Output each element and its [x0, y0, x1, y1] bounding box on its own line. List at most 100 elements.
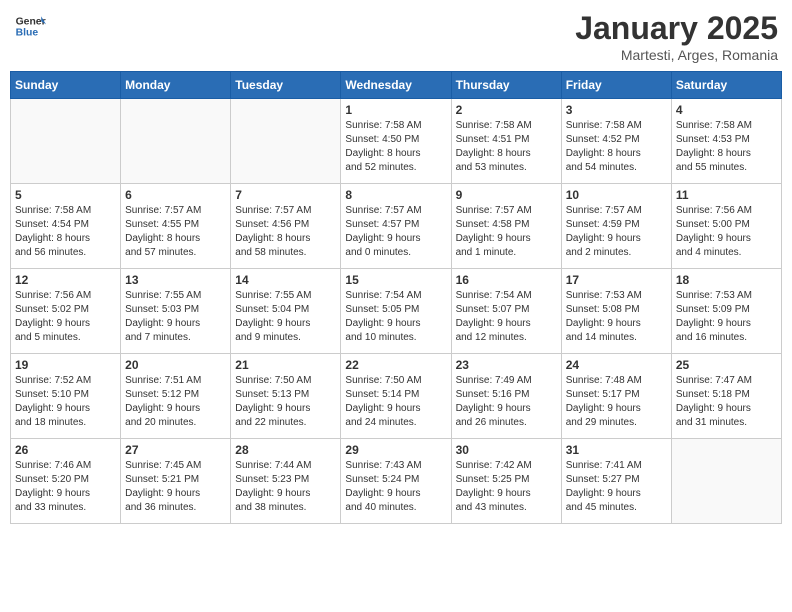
day-info: Sunrise: 7:58 AM Sunset: 4:50 PM Dayligh…: [345, 119, 446, 175]
day-info: Sunrise: 7:43 AM Sunset: 5:24 PM Dayligh…: [345, 459, 446, 515]
calendar-day-cell: 15 Sunrise: 7:54 AM Sunset: 5:05 PM Dayli…: [341, 269, 451, 354]
weekday-header-saturday: Saturday: [671, 72, 781, 99]
calendar-day-cell: 30 Sunrise: 7:42 AM Sunset: 5:25 PM Dayli…: [451, 439, 561, 524]
calendar-title: January 2025: [575, 10, 778, 47]
calendar-day-cell: 14 Sunrise: 7:55 AM Sunset: 5:04 PM Dayli…: [231, 269, 341, 354]
calendar-day-cell: 5Sunrise: 7:58 AM Sunset: 4:54 PM Daylig…: [11, 184, 121, 269]
day-info: Sunrise: 7:44 AM Sunset: 5:23 PM Dayligh…: [235, 459, 336, 515]
day-info: Sunrise: 7:57 AM Sunset: 4:58 PM Dayligh…: [456, 204, 557, 260]
calendar-day-cell: 3Sunrise: 7:58 AM Sunset: 4:52 PM Daylig…: [561, 99, 671, 184]
calendar-table: SundayMondayTuesdayWednesdayThursdayFrid…: [10, 71, 782, 524]
calendar-day-cell: 12 Sunrise: 7:56 AM Sunset: 5:02 PM Dayli…: [11, 269, 121, 354]
logo: General Blue: [14, 10, 46, 42]
day-info: Sunrise: 7:56 AM Sunset: 5:00 PM Dayligh…: [676, 204, 777, 260]
calendar-day-cell: 13Sunrise: 7:55 AM Sunset: 5:03 PM Dayli…: [121, 269, 231, 354]
calendar-day-cell: [11, 99, 121, 184]
calendar-day-cell: 1 Sunrise: 7:58 AM Sunset: 4:50 PM Daylig…: [341, 99, 451, 184]
weekday-header-row: SundayMondayTuesdayWednesdayThursdayFrid…: [11, 72, 782, 99]
day-info: Sunrise: 7:55 AM Sunset: 5:04 PM Dayligh…: [235, 289, 336, 345]
calendar-day-cell: 27 Sunrise: 7:45 AM Sunset: 5:21 PM Dayli…: [121, 439, 231, 524]
day-number: 31: [566, 443, 667, 457]
day-info: Sunrise: 7:41 AM Sunset: 5:27 PM Dayligh…: [566, 459, 667, 515]
day-number: 9: [456, 188, 557, 202]
calendar-day-cell: 31 Sunrise: 7:41 AM Sunset: 5:27 PM Dayli…: [561, 439, 671, 524]
calendar-day-cell: 19Sunrise: 7:52 AM Sunset: 5:10 PM Dayli…: [11, 354, 121, 439]
day-number: 6: [125, 188, 226, 202]
day-info: Sunrise: 7:47 AM Sunset: 5:18 PM Dayligh…: [676, 374, 777, 430]
day-number: 11: [676, 188, 777, 202]
svg-text:Blue: Blue: [16, 28, 39, 39]
day-number: 26: [15, 443, 116, 457]
calendar-day-cell: 17 Sunrise: 7:53 AM Sunset: 5:08 PM Dayli…: [561, 269, 671, 354]
calendar-day-cell: 16Sunrise: 7:54 AM Sunset: 5:07 PM Dayli…: [451, 269, 561, 354]
day-number: 29: [345, 443, 446, 457]
day-info: Sunrise: 7:48 AM Sunset: 5:17 PM Dayligh…: [566, 374, 667, 430]
weekday-header-sunday: Sunday: [11, 72, 121, 99]
day-info: Sunrise: 7:45 AM Sunset: 5:21 PM Dayligh…: [125, 459, 226, 515]
day-number: 5: [15, 188, 116, 202]
day-number: 30: [456, 443, 557, 457]
day-info: Sunrise: 7:57 AM Sunset: 4:56 PM Dayligh…: [235, 204, 336, 260]
day-info: Sunrise: 7:53 AM Sunset: 5:09 PM Dayligh…: [676, 289, 777, 345]
calendar-week-row: 5Sunrise: 7:58 AM Sunset: 4:54 PM Daylig…: [11, 184, 782, 269]
calendar-day-cell: 8 Sunrise: 7:57 AM Sunset: 4:57 PM Daylig…: [341, 184, 451, 269]
calendar-day-cell: 18 Sunrise: 7:53 AM Sunset: 5:09 PM Dayli…: [671, 269, 781, 354]
calendar-day-cell: 26 Sunrise: 7:46 AM Sunset: 5:20 PM Dayli…: [11, 439, 121, 524]
day-number: 28: [235, 443, 336, 457]
calendar-day-cell: 7 Sunrise: 7:57 AM Sunset: 4:56 PM Daylig…: [231, 184, 341, 269]
day-info: Sunrise: 7:51 AM Sunset: 5:12 PM Dayligh…: [125, 374, 226, 430]
calendar-day-cell: [121, 99, 231, 184]
calendar-day-cell: 9 Sunrise: 7:57 AM Sunset: 4:58 PM Daylig…: [451, 184, 561, 269]
day-info: Sunrise: 7:58 AM Sunset: 4:51 PM Dayligh…: [456, 119, 557, 175]
day-number: 10: [566, 188, 667, 202]
calendar-day-cell: 23Sunrise: 7:49 AM Sunset: 5:16 PM Dayli…: [451, 354, 561, 439]
day-info: Sunrise: 7:58 AM Sunset: 4:52 PM Dayligh…: [566, 119, 667, 175]
calendar-week-row: 12 Sunrise: 7:56 AM Sunset: 5:02 PM Dayli…: [11, 269, 782, 354]
day-number: 13: [125, 273, 226, 287]
day-info: Sunrise: 7:54 AM Sunset: 5:05 PM Dayligh…: [345, 289, 446, 345]
day-info: Sunrise: 7:46 AM Sunset: 5:20 PM Dayligh…: [15, 459, 116, 515]
calendar-day-cell: 21 Sunrise: 7:50 AM Sunset: 5:13 PM Dayli…: [231, 354, 341, 439]
day-number: 8: [345, 188, 446, 202]
title-area: January 2025 Martesti, Arges, Romania: [575, 10, 778, 63]
day-number: 27: [125, 443, 226, 457]
weekday-header-thursday: Thursday: [451, 72, 561, 99]
day-info: Sunrise: 7:42 AM Sunset: 5:25 PM Dayligh…: [456, 459, 557, 515]
day-info: Sunrise: 7:53 AM Sunset: 5:08 PM Dayligh…: [566, 289, 667, 345]
calendar-day-cell: 10 Sunrise: 7:57 AM Sunset: 4:59 PM Dayli…: [561, 184, 671, 269]
calendar-day-cell: 28 Sunrise: 7:44 AM Sunset: 5:23 PM Dayli…: [231, 439, 341, 524]
day-info: Sunrise: 7:50 AM Sunset: 5:14 PM Dayligh…: [345, 374, 446, 430]
day-number: 21: [235, 358, 336, 372]
calendar-day-cell: 25 Sunrise: 7:47 AM Sunset: 5:18 PM Dayli…: [671, 354, 781, 439]
day-number: 2: [456, 103, 557, 117]
day-number: 7: [235, 188, 336, 202]
day-number: 22: [345, 358, 446, 372]
day-number: 14: [235, 273, 336, 287]
calendar-day-cell: 6Sunrise: 7:57 AM Sunset: 4:55 PM Daylig…: [121, 184, 231, 269]
weekday-header-monday: Monday: [121, 72, 231, 99]
day-info: Sunrise: 7:54 AM Sunset: 5:07 PM Dayligh…: [456, 289, 557, 345]
calendar-day-cell: 24Sunrise: 7:48 AM Sunset: 5:17 PM Dayli…: [561, 354, 671, 439]
weekday-header-friday: Friday: [561, 72, 671, 99]
calendar-day-cell: 20 Sunrise: 7:51 AM Sunset: 5:12 PM Dayli…: [121, 354, 231, 439]
day-number: 18: [676, 273, 777, 287]
weekday-header-wednesday: Wednesday: [341, 72, 451, 99]
day-info: Sunrise: 7:56 AM Sunset: 5:02 PM Dayligh…: [15, 289, 116, 345]
day-number: 12: [15, 273, 116, 287]
day-info: Sunrise: 7:57 AM Sunset: 4:59 PM Dayligh…: [566, 204, 667, 260]
calendar-day-cell: 4Sunrise: 7:58 AM Sunset: 4:53 PM Daylig…: [671, 99, 781, 184]
day-info: Sunrise: 7:57 AM Sunset: 4:57 PM Dayligh…: [345, 204, 446, 260]
weekday-header-tuesday: Tuesday: [231, 72, 341, 99]
calendar-week-row: 26 Sunrise: 7:46 AM Sunset: 5:20 PM Dayli…: [11, 439, 782, 524]
page-header: General Blue January 2025 Martesti, Arge…: [10, 10, 782, 63]
day-info: Sunrise: 7:52 AM Sunset: 5:10 PM Dayligh…: [15, 374, 116, 430]
day-number: 17: [566, 273, 667, 287]
day-number: 15: [345, 273, 446, 287]
calendar-day-cell: [671, 439, 781, 524]
day-number: 20: [125, 358, 226, 372]
day-info: Sunrise: 7:50 AM Sunset: 5:13 PM Dayligh…: [235, 374, 336, 430]
day-number: 23: [456, 358, 557, 372]
calendar-day-cell: 11 Sunrise: 7:56 AM Sunset: 5:00 PM Dayli…: [671, 184, 781, 269]
day-number: 25: [676, 358, 777, 372]
day-number: 1: [345, 103, 446, 117]
